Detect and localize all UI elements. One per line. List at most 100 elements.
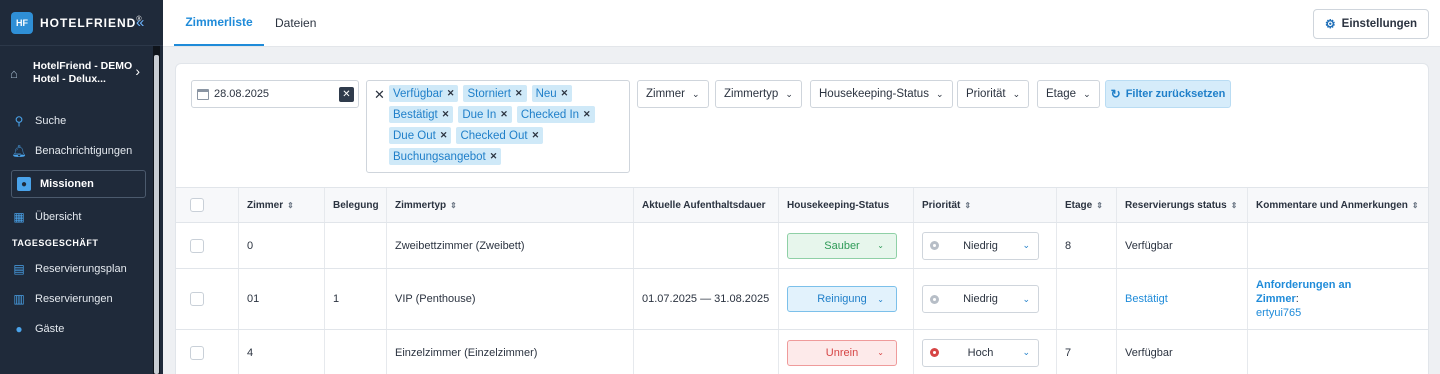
header-housekeeping-status: Housekeeping-Status [779, 188, 914, 222]
cell-dauer [634, 223, 779, 268]
priority-select[interactable]: Hoch ⌄ [922, 338, 1039, 367]
table-row[interactable]: 01 1 VIP (Penthouse) 01.07.2025 — 31.08.… [176, 269, 1428, 330]
filter-chip[interactable]: Buchungsangebot ✕ [389, 148, 502, 165]
cell-zimmer: 0 [239, 223, 325, 268]
priority-select[interactable]: Niedrig ⌄ [922, 231, 1039, 260]
cell-kommentar [1248, 223, 1428, 268]
sidebar-item-reservierungen[interactable]: ▥ Reservierungen [0, 284, 152, 314]
sidebar-item-benachrichtigungen[interactable]: 🔔︎ Benachrichtigungen [0, 136, 152, 166]
sidebar-item-label: Reservierungen [35, 293, 113, 305]
filter-chip[interactable]: Verfügbar ✕ [389, 85, 459, 102]
remove-chip-icon[interactable]: ✕ [500, 109, 508, 120]
chevron-down-icon: ⌄ [1022, 347, 1030, 357]
cell-zimmertyp: Einzelzimmer (Einzelzimmer) [387, 330, 634, 374]
sidebar-item-suche[interactable]: ⚲ Suche [0, 106, 152, 136]
dropdown-prioritaet[interactable]: Priorität ⌄ [957, 80, 1030, 108]
row-checkbox[interactable] [190, 238, 204, 253]
housekeeping-status-select[interactable]: Unrein ⌄ [787, 339, 897, 366]
cell-hk: Reinigung ⌄ [779, 269, 914, 329]
row-checkbox[interactable] [190, 345, 204, 360]
refresh-icon: ↻ [1110, 87, 1121, 101]
sort-icon: ⇕ [1096, 200, 1103, 210]
cell-hk: Sauber ⌄ [779, 223, 914, 268]
select-all-checkbox[interactable] [190, 198, 204, 212]
collapse-sidebar-icon[interactable]: « [136, 14, 144, 31]
tab-zimmerliste[interactable]: Zimmerliste [174, 0, 264, 46]
chevron-down-icon: ⌄ [1083, 88, 1091, 99]
header-zimmertyp[interactable]: Zimmertyp ⇕ [387, 188, 634, 222]
cell-prio: Niedrig ⌄ [914, 269, 1057, 329]
cell-etage: 7 [1057, 330, 1117, 374]
hotel-selector[interactable]: ⌂ HotelFriend - DEMO Hotel - Delux... › [0, 50, 152, 96]
filter-chip[interactable]: Neu ✕ [531, 85, 573, 102]
chevron-down-icon: ⌄ [935, 88, 944, 99]
cell-etage [1057, 269, 1117, 329]
sort-icon: ⇕ [287, 200, 294, 210]
remove-chip-icon[interactable]: ✕ [515, 88, 523, 99]
status-filter-multiselect[interactable]: ✕ Verfügbar ✕ Storniert ✕ Neu ✕ Bestätigt ✕ … [366, 80, 630, 173]
remove-chip-icon[interactable]: ✕ [561, 88, 569, 99]
header-etage[interactable]: Etage ⇕ [1057, 188, 1117, 222]
settings-button[interactable]: ⚙ Einstellungen [1313, 9, 1429, 39]
remove-chip-icon[interactable]: ✕ [490, 151, 498, 162]
row-checkbox[interactable] [190, 292, 204, 306]
chevron-down-icon: ⌄ [1012, 88, 1021, 99]
room-table: Zimmer ⇕ Belegung Zimmertyp ⇕ Aktuelle Auf… [176, 187, 1428, 374]
header-zimmer[interactable]: Zimmer ⇕ [239, 188, 325, 222]
sidebar-item-missionen[interactable]: ● Missionen [11, 170, 146, 198]
sidebar-item-label: Reservierungsplan [35, 263, 127, 275]
sidebar-item-label: Suche [35, 115, 67, 127]
cell-status: Verfügbar [1117, 330, 1248, 374]
dropdown-housekeeping-status[interactable]: Housekeeping-Status ⌄ [810, 80, 953, 108]
dropdown-etage[interactable]: Etage ⌄ [1037, 80, 1100, 108]
chevron-down-icon: ⌄ [877, 241, 884, 250]
table-row[interactable]: 4 Einzelzimmer (Einzelzimmer) Unrein ⌄ Ho… [176, 330, 1428, 374]
calendar-icon [197, 88, 209, 100]
sidebar-scrollbar-thumb[interactable] [154, 55, 159, 374]
housekeeping-status-select[interactable]: Reinigung ⌄ [787, 286, 897, 312]
date-filter-input[interactable]: 28.08.2025 ✕ [191, 80, 359, 108]
sidebar-nav: ⚲ Suche 🔔︎ Benachrichtigungen ● Missione… [0, 106, 152, 344]
cell-hk: Unrein ⌄ [779, 330, 914, 374]
filter-chip[interactable]: Due Out ✕ [389, 127, 452, 144]
reservation-status-link[interactable]: Bestätigt [1117, 269, 1248, 329]
tab-dateien[interactable]: Dateien [275, 0, 316, 46]
sort-icon: ⇕ [450, 200, 457, 210]
filter-chip[interactable]: Checked In ✕ [516, 106, 595, 123]
remove-chip-icon[interactable]: ✕ [447, 88, 455, 99]
table-row[interactable]: 0 Zweibettzimmer (Zweibett) Sauber ⌄ Nied… [176, 223, 1428, 269]
filter-chip[interactable]: Bestätigt ✕ [389, 106, 454, 123]
housekeeping-status-select[interactable]: Sauber ⌄ [787, 232, 897, 259]
header-reservierungsstatus[interactable]: Reservierungs status ⇕ [1117, 188, 1248, 222]
sidebar-item-reservierungsplan[interactable]: ▤ Reservierungsplan [0, 254, 152, 284]
filter-chip[interactable]: Storniert ✕ [463, 85, 527, 102]
hotelfriend-logo-icon: HF [11, 11, 33, 34]
reset-filters-button[interactable]: ↻ Filter zurücksetzen [1105, 80, 1231, 108]
cell-prio: Niedrig ⌄ [914, 223, 1057, 268]
dropdown-zimmertyp[interactable]: Zimmertyp ⌄ [715, 80, 802, 108]
sort-icon: ⇕ [1230, 200, 1238, 210]
clear-all-chips-icon[interactable]: ✕ [374, 87, 385, 103]
cell-dauer [634, 330, 779, 374]
header-prioritaet[interactable]: Priorität ⇕ [914, 188, 1057, 222]
priority-select[interactable]: Niedrig ⌄ [922, 285, 1039, 313]
calendar-icon: ▤ [13, 262, 25, 276]
remove-chip-icon[interactable]: ✕ [532, 130, 540, 141]
remove-chip-icon[interactable]: ✕ [583, 109, 591, 120]
dropdown-zimmer[interactable]: Zimmer ⌄ [637, 80, 709, 108]
chevron-down-icon: ⌄ [877, 348, 884, 357]
comment-title: Anforderungen an Zimmer [1256, 279, 1352, 305]
sidebar-item-uebersicht[interactable]: ▦ Übersicht [0, 202, 152, 232]
sidebar-item-gaeste[interactable]: ● Gäste [0, 314, 152, 344]
filter-chip[interactable]: Checked Out ✕ [456, 127, 544, 144]
remove-chip-icon[interactable]: ✕ [440, 130, 448, 141]
bell-icon: 🔔︎ [11, 144, 27, 158]
header-kommentare[interactable]: Kommentare und Anmerkungen ⇕ [1248, 188, 1428, 222]
comment-text[interactable]: ertyui765 [1256, 306, 1301, 320]
filter-chip[interactable]: Due In ✕ [458, 106, 512, 123]
cell-dauer: 01.07.2025 — 31.08.2025 [634, 269, 779, 329]
sidebar: HF HOTELFRIEND ® « ⌂ HotelFriend - DEMO … [0, 0, 163, 374]
sidebar-section-title: TAGESGESCHÄFT [12, 238, 99, 248]
remove-chip-icon[interactable]: ✕ [442, 109, 450, 120]
clear-date-button[interactable]: ✕ [339, 87, 354, 102]
